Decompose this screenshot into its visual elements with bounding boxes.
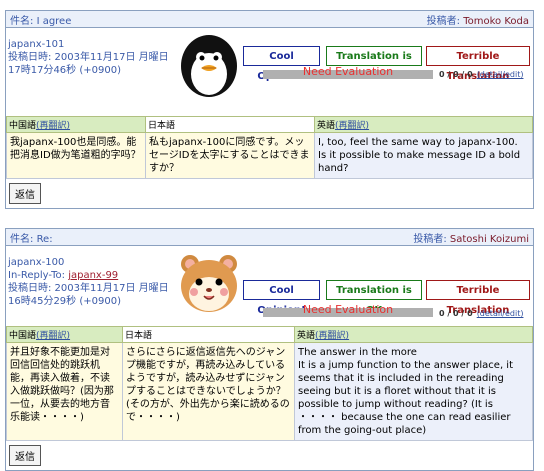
terrible-translation-button[interactable]: Terrible Translation (426, 46, 530, 82)
post-time: 17時17分46秒 (+0900) (8, 65, 121, 76)
chinese-header: 中国語(再翻訳) (6, 116, 146, 133)
evaluation-count: 0 / 0 / 0 (detail/edit) (439, 70, 524, 79)
poster-name: Satoshi Koizumi (449, 233, 529, 245)
post-header: 件名: Re: 投稿者: Satoshi Koizumi (6, 229, 533, 246)
post-header: 件名: I agree 投稿者: Tomoko Koda (6, 11, 533, 28)
detail-edit-link[interactable]: (detail/edit) (477, 309, 524, 318)
translation-table: 中国語(再翻訳) 日本語 英語(再翻訳) 并且好象不能更加是对回信回信处的跳跃机… (6, 326, 533, 441)
message-id: japanx-101 (8, 39, 65, 50)
japanese-header: 日本語 (145, 116, 315, 133)
retranslate-link[interactable]: (再翻訳) (335, 121, 369, 131)
reply-button[interactable]: 返信 (9, 445, 41, 466)
post-time: 16時45分29秒 (+0900) (8, 296, 121, 307)
message-info: japanx-101 投稿日時: 2003年11月17日 月曜日 17時17分4… (8, 38, 169, 77)
penguin-icon (181, 35, 237, 97)
reply-to-link[interactable]: japanx-99 (68, 270, 118, 281)
evaluation-status: Need Evaluation (302, 303, 394, 316)
reply-button[interactable]: 返信 (9, 183, 41, 204)
subject-line: 件名: I agree (10, 15, 72, 27)
chinese-text: 并且好象不能更加是对回信回信处的跳跃机能，再读入做着，不读入做跳跃做吗？(因为那… (6, 342, 123, 441)
retranslate-link[interactable]: (再翻訳) (315, 331, 349, 341)
reply-to-line: In-Reply-To: japanx-99 (8, 270, 119, 281)
message-post: 件名: Re: 投稿者: Satoshi Koizumi japanx-100 … (5, 228, 534, 471)
post-meta: japanx-101 投稿日時: 2003年11月17日 月曜日 17時17分4… (6, 28, 533, 116)
translation-table: 中国語(再翻訳) 日本語 英語(再翻訳) 我japanx-100也是同感。能把消… (6, 116, 533, 179)
post-date: 投稿日時: 2003年11月17日 月曜日 (8, 283, 169, 294)
japanese-header: 日本語 (122, 326, 295, 343)
english-text: The answer in the more It is a jump func… (294, 342, 533, 441)
subject-text: I agree (36, 15, 72, 27)
chinese-text: 我japanx-100也是同感。能把消息ID做为笔道粗的字吗？ (6, 132, 146, 179)
post-meta: japanx-100 In-Reply-To: japanx-99 投稿日時: … (6, 246, 533, 326)
message-id: japanx-100 (8, 257, 65, 268)
message-info: japanx-100 In-Reply-To: japanx-99 投稿日時: … (8, 256, 169, 308)
detail-edit-link[interactable]: (detail/edit) (477, 70, 524, 79)
poster-name: Tomoko Koda (463, 15, 529, 27)
terrible-translation-button[interactable]: Terrible Translation (426, 280, 530, 316)
japanese-text: さらにさらに返信返信先へのジャンプ機能ですが，再読み込みしているようですが，読み… (122, 342, 295, 441)
cool-opinion-button[interactable]: Cool Opinion! (243, 280, 320, 316)
hamster-icon (181, 255, 237, 312)
evaluation-count: 0 / 0 / 0 (detail/edit) (439, 309, 524, 318)
post-date: 投稿日時: 2003年11月17日 月曜日 (8, 52, 169, 63)
subject-text: Re: (36, 233, 53, 245)
english-header: 英語(再翻訳) (314, 116, 533, 133)
english-header: 英語(再翻訳) (294, 326, 533, 343)
japanese-text: 私もjapanx-100に同感です。メッセージIDを太字にすることはできますか？ (145, 132, 315, 179)
cool-opinion-button[interactable]: Cool Opinion! (243, 46, 320, 82)
evaluation-status: Need Evaluation (302, 65, 394, 78)
message-post: 件名: I agree 投稿者: Tomoko Koda japanx-101 … (5, 10, 534, 209)
subject-line: 件名: Re: (10, 233, 53, 245)
translation-ok-button[interactable]: Translation is OK (326, 46, 422, 82)
retranslate-link[interactable]: (再翻訳) (36, 331, 70, 341)
translation-ok-button[interactable]: Translation is OK (326, 280, 422, 316)
english-text: I, too, feel the same way to japanx-100.… (314, 132, 533, 179)
poster-line: 投稿者: Tomoko Koda (426, 15, 529, 27)
poster-line: 投稿者: Satoshi Koizumi (413, 233, 529, 245)
retranslate-link[interactable]: (再翻訳) (36, 121, 70, 131)
chinese-header: 中国語(再翻訳) (6, 326, 123, 343)
